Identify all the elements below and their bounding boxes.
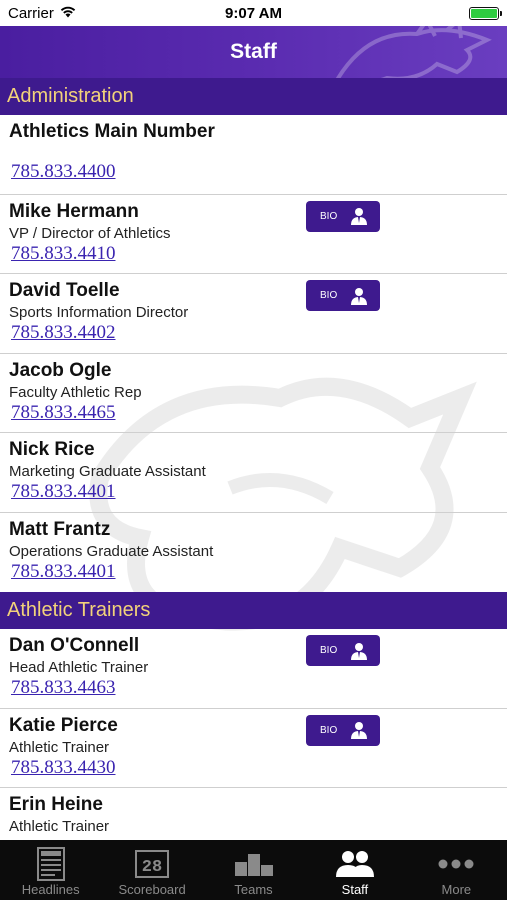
staff-title: Sports Information Director xyxy=(9,304,189,321)
staff-name: Nick Rice xyxy=(9,439,95,460)
staff-list[interactable]: Administration Athletics Main Number 785… xyxy=(0,78,507,840)
staff-name: Matt Frantz xyxy=(9,518,111,540)
tab-headlines[interactable]: Headlines xyxy=(0,840,101,900)
people-icon xyxy=(335,851,374,877)
tab-label: Headlines xyxy=(21,882,80,897)
bio-button[interactable]: BIO xyxy=(306,280,380,311)
svg-text:28: 28 xyxy=(142,858,162,877)
bio-label: BIO xyxy=(320,210,338,222)
person-icon xyxy=(351,208,367,225)
bio-label: BIO xyxy=(320,645,338,656)
status-time: 9:07 AM xyxy=(225,4,282,22)
staff-title: Athletic Trainer xyxy=(9,818,110,835)
staff-name: Dan O'Connell xyxy=(9,635,140,656)
staff-title: Athletic Trainer xyxy=(9,738,110,756)
person-icon xyxy=(351,287,367,305)
battery-icon xyxy=(469,6,502,20)
bio-button[interactable]: BIO xyxy=(306,714,380,746)
staff-title: Operations Graduate Assistant xyxy=(9,542,214,560)
tab-more[interactable]: More xyxy=(406,840,507,900)
tab-bar: Headlines 28 Scoreboard Teams Staff More xyxy=(0,840,507,900)
tab-label: Scoreboard xyxy=(118,882,186,897)
staff-name: Athletics Main Number xyxy=(9,121,215,142)
staff-row: Erin Heine Athletic Trainer xyxy=(0,788,507,840)
wifi-icon xyxy=(60,5,76,22)
status-left: Carrier xyxy=(8,5,76,22)
phone-link[interactable]: 785.833.4401 xyxy=(11,481,116,503)
staff-title: Faculty Athletic Rep xyxy=(9,383,142,401)
bio-label: BIO xyxy=(320,290,338,301)
phone-link[interactable]: 785.833.4400 xyxy=(11,161,116,183)
tab-label: Teams xyxy=(234,882,273,897)
mascot-logo-icon xyxy=(335,26,492,78)
staff-row: Nick Rice Marketing Graduate Assistant 7… xyxy=(0,433,507,513)
staff-row: David Toelle Sports Information Director… xyxy=(0,274,507,354)
staff-row: Katie Pierce Athletic Trainer 785.833.44… xyxy=(0,709,507,788)
more-dots-icon xyxy=(438,859,474,869)
tab-label: Staff xyxy=(341,882,369,897)
section-header-athletic-trainers: Athletic Trainers xyxy=(0,592,507,629)
bio-label: BIO xyxy=(320,724,338,736)
staff-name: Erin Heine xyxy=(9,794,103,815)
phone-link[interactable]: 785.833.4402 xyxy=(11,322,116,344)
staff-row: Athletics Main Number 785.833.4400 xyxy=(0,115,507,195)
person-icon xyxy=(351,642,367,660)
section-header-administration: Administration xyxy=(0,78,507,115)
tab-staff[interactable]: Staff xyxy=(304,840,405,900)
newspaper-icon xyxy=(36,847,65,881)
bio-button[interactable]: BIO xyxy=(306,635,380,666)
phone-link[interactable]: 785.833.4430 xyxy=(11,757,116,779)
staff-name: Mike Hermann xyxy=(9,200,139,222)
page-title: Staff xyxy=(230,40,277,63)
staff-title: VP / Director of Athletics xyxy=(9,224,171,242)
tab-teams[interactable]: Teams xyxy=(203,840,304,900)
phone-link[interactable]: 785.833.4401 xyxy=(11,561,116,583)
staff-name: Jacob Ogle xyxy=(9,359,112,381)
staff-name: Katie Pierce xyxy=(9,714,118,736)
phone-link[interactable]: 785.833.4465 xyxy=(11,402,116,424)
staff-row: Dan O'Connell Head Athletic Trainer 785.… xyxy=(0,629,507,709)
status-bar: Carrier 9:07 AM xyxy=(0,0,507,26)
person-icon xyxy=(351,722,367,739)
staff-row: Matt Frantz Operations Graduate Assistan… xyxy=(0,513,507,593)
staff-title: Head Athletic Trainer xyxy=(9,659,149,676)
podium-icon xyxy=(234,854,273,876)
tab-scoreboard[interactable]: 28 Scoreboard xyxy=(101,840,202,900)
staff-row: Jacob Ogle Faculty Athletic Rep 785.833.… xyxy=(0,354,507,433)
nav-bar: Staff xyxy=(0,26,507,78)
phone-link[interactable]: 785.833.4463 xyxy=(11,677,116,699)
staff-name: David Toelle xyxy=(9,280,120,301)
staff-row: Mike Hermann VP / Director of Athletics … xyxy=(0,195,507,274)
staff-title: Marketing Graduate Assistant xyxy=(9,463,206,480)
scoreboard-icon: 28 xyxy=(135,850,170,878)
bio-button[interactable]: BIO xyxy=(306,200,380,232)
tab-label: More xyxy=(441,882,472,897)
carrier-label: Carrier xyxy=(8,4,54,22)
phone-link[interactable]: 785.833.4410 xyxy=(11,243,116,265)
